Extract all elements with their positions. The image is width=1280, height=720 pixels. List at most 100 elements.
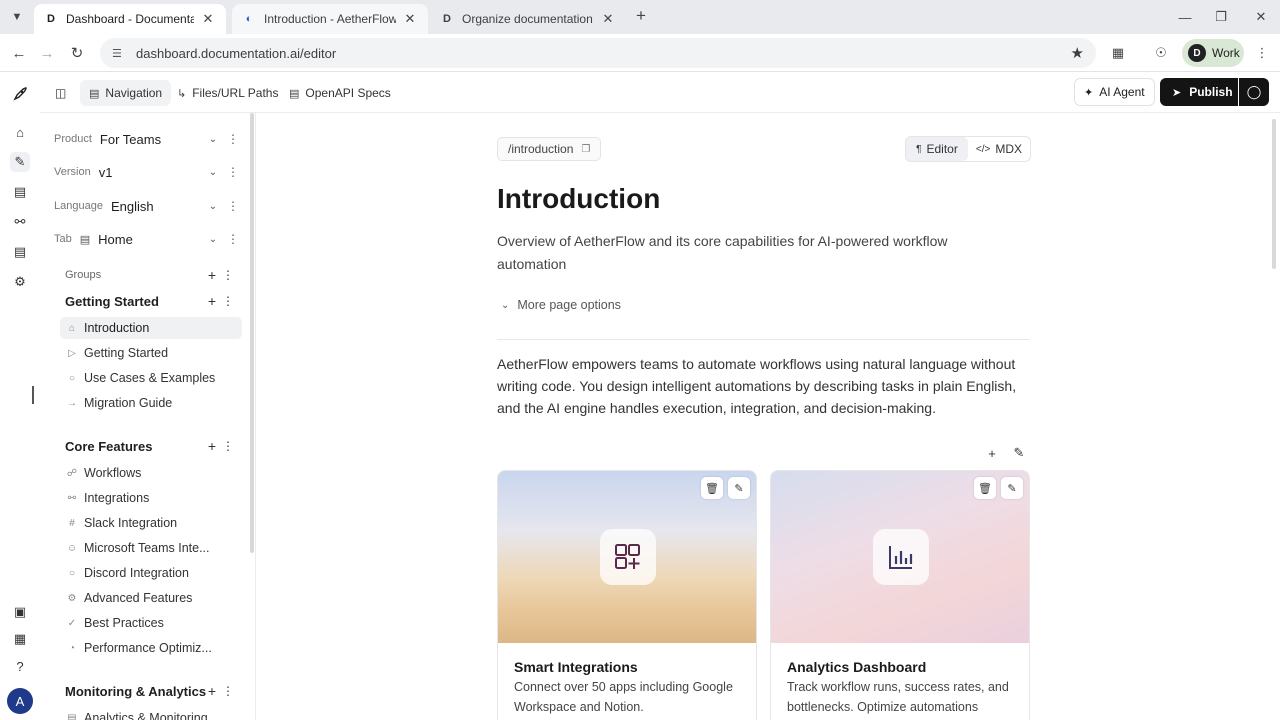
reload-icon[interactable]: ↻ bbox=[66, 42, 88, 64]
delete-icon[interactable]: 🗑 bbox=[974, 477, 996, 499]
nav-item-introduction[interactable]: ⌂ Introduction bbox=[60, 317, 242, 339]
home-icon[interactable]: ⌂ bbox=[10, 122, 30, 142]
editor-mode-button[interactable]: ¶ Editor bbox=[906, 137, 968, 161]
page-title[interactable]: Introduction bbox=[497, 183, 660, 215]
add-page-icon[interactable]: + bbox=[205, 293, 219, 309]
settings-icon[interactable]: ⚙ bbox=[10, 272, 30, 292]
chevron-down-icon: ⌄ bbox=[208, 133, 218, 145]
minimize-icon[interactable]: — bbox=[1174, 6, 1196, 28]
play-icon: ▷ bbox=[68, 347, 76, 359]
product-value: For Teams bbox=[99, 131, 162, 147]
add-page-icon[interactable]: + bbox=[205, 683, 219, 699]
sync-icon[interactable]: ☉ bbox=[1151, 43, 1171, 63]
nav-item-microsoft-teams[interactable]: ☺ Microsoft Teams Inte... bbox=[60, 537, 242, 559]
close-tab-icon[interactable]: ✕ bbox=[402, 11, 418, 27]
version-selector[interactable]: Version v1 ⌄ ⋮ bbox=[48, 159, 242, 185]
back-icon[interactable]: ← bbox=[8, 42, 30, 64]
chat-icon: ○ bbox=[68, 567, 76, 579]
language-selector[interactable]: Language English ⌄ ⋮ bbox=[48, 193, 242, 219]
ai-agent-button[interactable]: ✦ AI Agent bbox=[1074, 78, 1155, 106]
bookmark-star-icon[interactable]: ★ bbox=[1071, 44, 1084, 62]
extensions-icon[interactable]: ▦ bbox=[1108, 43, 1128, 63]
mdx-mode-button[interactable]: </> MDX bbox=[968, 137, 1030, 161]
edit-icon[interactable]: ✎ bbox=[1001, 477, 1023, 499]
more-options-icon[interactable]: ⋮ bbox=[224, 199, 242, 213]
nav-item-use-cases[interactable]: ○ Use Cases & Examples bbox=[60, 367, 242, 389]
copy-icon[interactable]: ❐ bbox=[581, 144, 590, 155]
tab-navigation[interactable]: ▤ Navigation bbox=[80, 80, 172, 106]
sidebar-scrollbar[interactable] bbox=[250, 113, 254, 553]
tab-search-icon[interactable]: ▼ bbox=[6, 6, 28, 28]
more-options-icon[interactable]: ⋮ bbox=[221, 439, 235, 453]
more-options-icon[interactable]: ⋮ bbox=[221, 684, 235, 698]
more-options-icon[interactable]: ⋮ bbox=[224, 132, 242, 146]
card-smart-integrations[interactable]: 🗑 ✎ Smart Integrations Connect over 50 a… bbox=[497, 470, 757, 720]
group-header-getting-started[interactable]: Getting Started + ⋮ bbox=[65, 292, 235, 310]
close-tab-icon[interactable]: ✕ bbox=[200, 11, 216, 27]
nav-item-best-practices[interactable]: ✓ Best Practices bbox=[60, 612, 242, 634]
tab-files[interactable]: ↳ Files/URL Paths bbox=[168, 80, 287, 106]
delete-icon[interactable]: 🗑 bbox=[701, 477, 723, 499]
rocket-icon: ➤ bbox=[1172, 86, 1182, 99]
nav-item-integrations[interactable]: ⚯ Integrations bbox=[60, 487, 242, 509]
more-page-options[interactable]: ⌄ More page options bbox=[501, 298, 621, 312]
chevron-down-icon: ⌄ bbox=[208, 200, 218, 212]
browser-menu-icon[interactable]: ⋮ bbox=[1252, 43, 1272, 63]
edit-icon[interactable]: ✎ bbox=[728, 477, 750, 499]
more-options-icon[interactable]: ⋮ bbox=[221, 294, 235, 308]
main-scrollbar[interactable] bbox=[1272, 119, 1276, 269]
nav-item-performance[interactable]: ◔ Performance Optimiz... bbox=[60, 637, 242, 659]
nav-item-analytics-monitoring[interactable]: ▤ Analytics & Monitoring bbox=[60, 707, 242, 720]
nav-item-label: Discord Integration bbox=[84, 566, 189, 580]
plug-icon[interactable]: ⚯ bbox=[10, 212, 30, 232]
add-page-icon[interactable]: + bbox=[205, 438, 219, 454]
group-header-core-features[interactable]: Core Features + ⋮ bbox=[65, 437, 235, 455]
editor-icon[interactable]: ✎ bbox=[10, 152, 30, 172]
page-description[interactable]: Overview of AetherFlow and its core capa… bbox=[497, 230, 1017, 276]
browser-tab-dashboard[interactable]: D Dashboard - Documentation.AI ✕ bbox=[34, 4, 226, 34]
browser-tab-organize[interactable]: D Organize documentation structu ✕ bbox=[430, 4, 626, 34]
page-path[interactable]: /introduction ❐ bbox=[497, 137, 602, 161]
nav-item-discord-integration[interactable]: ○ Discord Integration bbox=[60, 562, 242, 584]
database-icon[interactable]: ▤ bbox=[10, 242, 30, 262]
group-header-monitoring[interactable]: Monitoring & Analytics + ⋮ bbox=[65, 682, 235, 700]
mdx-mode-label: MDX bbox=[995, 142, 1023, 156]
tab-openapi[interactable]: ▤ OpenAPI Specs bbox=[280, 80, 400, 106]
add-group-icon[interactable]: + bbox=[205, 267, 219, 283]
chart-icon: ▤ bbox=[67, 712, 77, 720]
add-card-icon[interactable]: + bbox=[983, 444, 1001, 462]
analytics-icon[interactable]: ▤ bbox=[10, 182, 30, 202]
more-options-icon[interactable]: ⋮ bbox=[224, 232, 242, 246]
new-tab-icon[interactable]: + bbox=[632, 6, 650, 25]
tab-selector[interactable]: Tab ▤ Home ⌄ ⋮ bbox=[48, 226, 242, 252]
forward-icon[interactable]: → bbox=[36, 42, 58, 64]
docs-book-icon[interactable]: ▣ bbox=[10, 602, 30, 622]
help-icon[interactable]: ? bbox=[10, 656, 30, 676]
globe-icon[interactable]: ◯ bbox=[1239, 78, 1269, 106]
card-analytics-dashboard[interactable]: 🗑 ✎ Analytics Dashboard Track workflow r… bbox=[770, 470, 1030, 720]
product-selector[interactable]: Product For Teams ⌄ ⋮ bbox=[48, 126, 242, 152]
calendar-icon[interactable]: ▦ bbox=[10, 629, 30, 649]
nav-item-getting-started[interactable]: ▷ Getting Started bbox=[60, 342, 242, 364]
more-options-icon[interactable]: ⋮ bbox=[221, 268, 235, 282]
nav-item-advanced-features[interactable]: ⚙ Advanced Features bbox=[60, 587, 242, 609]
edit-cards-icon[interactable]: ✎ bbox=[1010, 444, 1028, 462]
nav-item-slack-integration[interactable]: # Slack Integration bbox=[60, 512, 242, 534]
user-avatar[interactable]: A bbox=[7, 688, 33, 714]
sidebar-resize-handle[interactable] bbox=[32, 386, 34, 404]
rocket-logo-icon[interactable] bbox=[10, 84, 30, 104]
publish-button[interactable]: ➤ Publish bbox=[1160, 78, 1238, 106]
toggle-sidebar-icon[interactable]: ◫ bbox=[46, 80, 75, 106]
nav-item-workflows[interactable]: ☍ Workflows bbox=[60, 462, 242, 484]
profile-button[interactable]: D Work bbox=[1182, 39, 1244, 67]
restore-icon[interactable]: ❐ bbox=[1210, 6, 1232, 28]
close-tab-icon[interactable]: ✕ bbox=[600, 11, 616, 27]
site-info-icon[interactable]: ☰ bbox=[112, 47, 126, 60]
url-field[interactable]: ☰ dashboard.documentation.ai/editor ★ bbox=[100, 38, 1096, 68]
browser-tab-introduction[interactable]: ◐ Introduction - AetherFlow Docu ✕ bbox=[232, 4, 428, 34]
nav-item-migration-guide[interactable]: → Migration Guide bbox=[60, 392, 242, 414]
close-window-icon[interactable]: ✕ bbox=[1250, 6, 1272, 28]
body-paragraph[interactable]: AetherFlow empowers teams to automate wo… bbox=[497, 353, 1037, 419]
more-options-icon[interactable]: ⋮ bbox=[224, 165, 242, 179]
editor-mode-toggle: ¶ Editor </> MDX bbox=[905, 136, 1031, 162]
